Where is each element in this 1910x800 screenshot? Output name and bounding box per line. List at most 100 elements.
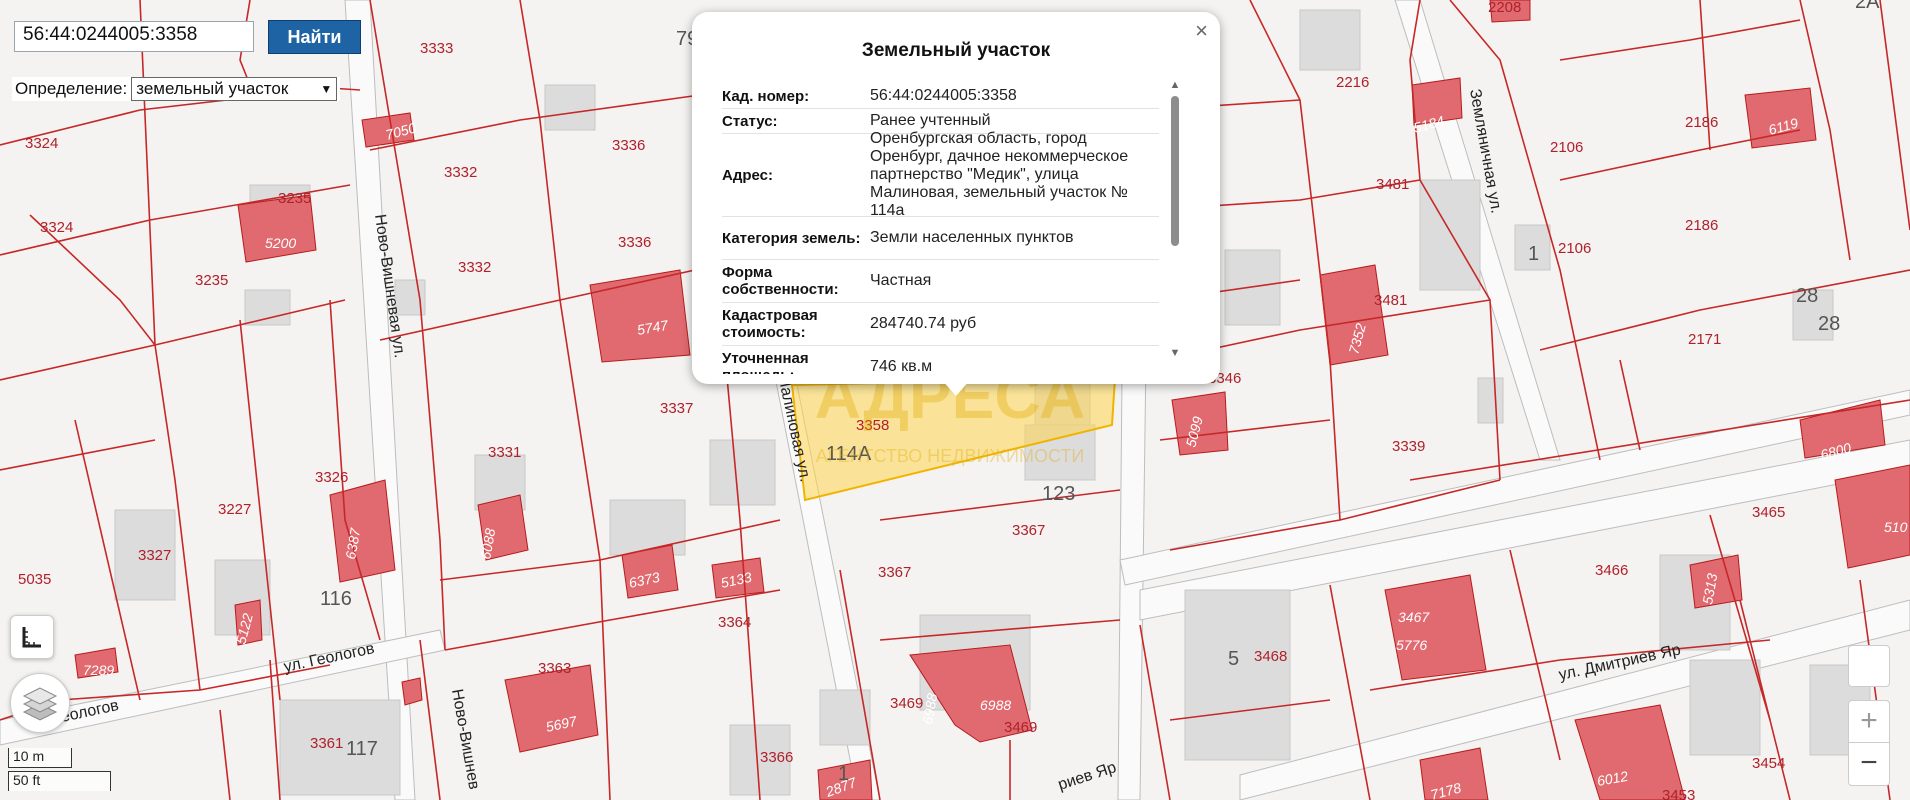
info-label: Категория земель:	[722, 229, 861, 247]
definition-label: Определение:	[15, 79, 128, 98]
lot-label: 2216	[1336, 74, 1369, 91]
lot-label: 3336	[612, 137, 645, 154]
lot-label: 3466	[1595, 562, 1628, 579]
info-row-cadastral-value: Кадастровая стоимость: 284740.74 руб	[722, 303, 1159, 346]
lot-label: 3465	[1752, 504, 1785, 521]
info-value: Ранее учтенный	[870, 112, 991, 129]
info-value: 56:44:0244005:3358	[870, 87, 1017, 104]
popup-title: Земельный участок	[861, 40, 1051, 61]
lot-label: 3227	[218, 501, 251, 518]
info-row-ownership: Форма собственности: Частная	[722, 260, 1159, 303]
lot-label: 3327	[138, 547, 171, 564]
lot-label: 3367	[878, 564, 911, 581]
info-value: 746 кв.м	[870, 358, 933, 374]
lot-label: 3332	[444, 164, 477, 181]
ruler-icon	[22, 627, 41, 648]
parcel-info-table: Кад. номер: 56:44:0244005:3358 Статус: Р…	[722, 84, 1159, 374]
lot-label: 2186	[1685, 114, 1718, 131]
lot-label: 3363	[538, 660, 571, 677]
lot-label: 3332	[458, 259, 491, 276]
info-row-land-category: Категория земель: Земли населенных пункт…	[722, 217, 1159, 260]
lot-label: 2186	[1685, 217, 1718, 234]
lot-label: 3469	[1004, 719, 1037, 736]
lot-label: 2171	[1688, 331, 1721, 348]
lot-label: 2А	[1855, 0, 1880, 13]
house-number: 117	[346, 738, 378, 760]
close-icon[interactable]: ×	[1195, 20, 1208, 42]
parcel-info-popup: × Земельный участок Кад. номер: 56:44:02…	[692, 12, 1220, 384]
building-label: 510	[1884, 519, 1908, 535]
building-label: 5200	[265, 235, 296, 251]
lot-label: 3235	[195, 272, 228, 289]
info-value: 284740.74 руб	[870, 315, 977, 332]
scale-metric: 10 m	[8, 748, 72, 768]
info-row-cadastral-number: Кад. номер: 56:44:0244005:3358	[722, 84, 1159, 109]
building-label: 5776	[1396, 637, 1427, 653]
info-value: Оренбургская область, город Оренбург, да…	[870, 130, 1129, 219]
lot-label: 3454	[1752, 755, 1785, 772]
info-label: Форма собственности:	[722, 264, 839, 298]
zoom-out-button[interactable]: −	[1849, 743, 1889, 784]
chevron-down-icon: ▼	[320, 82, 333, 96]
lot-label: 3331	[488, 444, 521, 461]
layers-button[interactable]	[10, 673, 70, 733]
lot-label: 3324	[25, 135, 58, 152]
lot-label: 3235	[278, 190, 311, 207]
lot-label: 3453	[1662, 787, 1695, 800]
house-number: 123	[1042, 483, 1075, 505]
house-number: 1	[838, 763, 849, 785]
info-label: Статус:	[722, 112, 778, 130]
building-label: 3467	[1398, 609, 1430, 625]
house-number: 1	[1528, 243, 1539, 265]
scroll-down-icon[interactable]: ▼	[1168, 346, 1182, 360]
definition-row: Определение: земельный участок ▼	[12, 77, 341, 101]
scroll-thumb[interactable]	[1171, 96, 1179, 246]
measure-button[interactable]	[10, 615, 54, 659]
lot-label: 3361	[310, 735, 343, 752]
lot-label: 3337	[660, 400, 693, 417]
lot-label: 3364	[718, 614, 751, 631]
scroll-up-icon[interactable]: ▲	[1168, 78, 1182, 92]
info-value: Частная	[870, 272, 932, 289]
scale-imperial: 50 ft	[8, 771, 111, 791]
lot-label: 3481	[1374, 292, 1407, 309]
info-label: Кадастровая стоимость:	[722, 307, 818, 341]
search-button[interactable]: Найти	[268, 20, 361, 54]
info-row-address: Адрес: Оренбургская область, город Оренб…	[722, 130, 1159, 219]
house-number: 28	[1796, 285, 1818, 307]
house-number: 5	[1228, 648, 1239, 670]
popup-scrollbar[interactable]: ▲ ▼	[1168, 78, 1182, 360]
lot-label: 3326	[315, 469, 348, 486]
layers-icon	[22, 687, 58, 721]
building-label: 6988	[980, 697, 1011, 713]
lot-label: 2106	[1550, 139, 1583, 156]
house-number: 116	[320, 588, 352, 610]
lot-label: 3481	[1376, 176, 1409, 193]
lot-label: 3468	[1254, 648, 1287, 665]
lot-label: 3333	[420, 40, 453, 57]
building-label: 7289	[83, 662, 114, 678]
definition-selected-value: земельный участок	[136, 79, 289, 98]
lot-label: 3336	[618, 234, 651, 251]
lot-label: 2208	[1488, 0, 1521, 16]
house-number: 28	[1818, 313, 1840, 335]
lot-label: 3324	[40, 219, 73, 236]
definition-select[interactable]: земельный участок ▼	[131, 77, 338, 101]
info-label: Уточненная площадь:	[722, 350, 809, 374]
lot-label: 3469	[890, 695, 923, 712]
lot-label: 3366	[760, 749, 793, 766]
info-row-area: Уточненная площадь: 746 кв.м	[722, 346, 1159, 374]
search-input[interactable]: 56:44:0244005:3358	[14, 21, 254, 52]
popup-pointer	[942, 380, 970, 396]
info-value: Земли населенных пунктов	[870, 229, 1074, 246]
scale-bar: 10 m 50 ft	[8, 748, 112, 798]
watermark-sub: АГЕНТСТВО НЕДВИЖИМОСТИ	[816, 446, 1085, 466]
lot-label: 2106	[1558, 240, 1591, 257]
info-label: Кад. номер:	[722, 87, 810, 105]
lot-label: 3339	[1392, 438, 1425, 455]
lot-label: 3367	[1012, 522, 1045, 539]
zoom-in-button[interactable]: +	[1849, 701, 1889, 743]
fullscreen-button[interactable]	[1848, 645, 1890, 687]
info-label: Адрес:	[722, 166, 773, 184]
lot-label: 5035	[18, 571, 51, 588]
